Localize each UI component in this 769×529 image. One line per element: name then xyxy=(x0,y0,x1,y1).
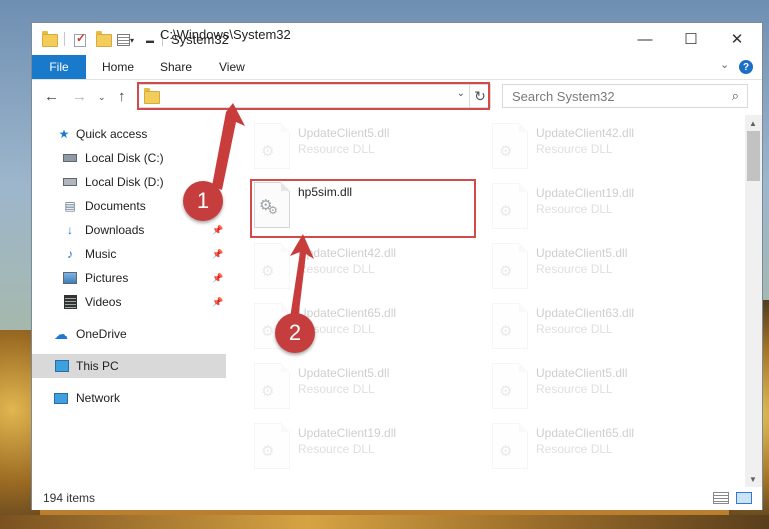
arrow-1 xyxy=(212,103,245,190)
step-2-badge: 2 xyxy=(275,313,315,353)
step-1-badge: 1 xyxy=(183,181,223,221)
arrow-2 xyxy=(290,234,314,320)
annotation-arrows xyxy=(212,103,314,320)
